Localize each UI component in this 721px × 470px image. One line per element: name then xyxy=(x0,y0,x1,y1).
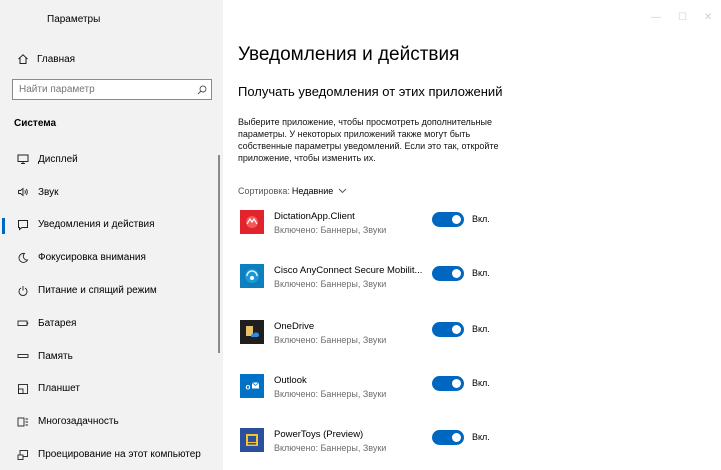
notification-toggle[interactable] xyxy=(432,376,464,391)
description-text: Выберите приложение, чтобы просмотреть д… xyxy=(238,117,499,163)
toggle-knob xyxy=(452,379,461,388)
section-subtitle: Получать уведомления от этих приложений xyxy=(238,84,503,99)
sidebar-item-sound[interactable]: Звук xyxy=(0,176,216,209)
sidebar-item-label: Звук xyxy=(38,186,59,198)
app-row-dictation[interactable]: DictationApp.Client Включено: Баннеры, З… xyxy=(240,208,700,248)
app-row-onedrive[interactable]: OneDrive Включено: Баннеры, Звуки Вкл. xyxy=(240,318,700,358)
chevron-down-icon xyxy=(338,186,348,196)
app-status: Включено: Баннеры, Звуки xyxy=(274,443,387,453)
notification-icon xyxy=(16,218,30,232)
app-status: Включено: Баннеры, Звуки xyxy=(274,335,387,345)
sidebar-item-label: Планшет xyxy=(38,383,80,395)
sidebar-scrollbar[interactable] xyxy=(218,155,220,353)
toggle-label: Вкл. xyxy=(472,432,490,442)
sidebar-item-focus-assist[interactable]: Фокусировка внимания xyxy=(0,241,216,274)
home-link[interactable]: Главная xyxy=(15,50,75,68)
notification-toggle[interactable] xyxy=(432,212,464,227)
app-name: Outlook xyxy=(274,375,307,386)
window-title: Параметры xyxy=(47,14,101,25)
app-status: Включено: Баннеры, Звуки xyxy=(274,225,387,235)
app-row-cisco[interactable]: Cisco AnyConnect Secure Mobilit... Включ… xyxy=(240,262,700,302)
multitasking-icon xyxy=(16,415,30,429)
svg-text:o: o xyxy=(246,383,251,392)
sidebar-item-notifications[interactable]: Уведомления и действия xyxy=(0,209,216,242)
sidebar-item-label: Фокусировка внимания xyxy=(38,252,146,264)
home-label: Главная xyxy=(37,53,76,65)
app-row-powertoys[interactable]: PowerToys (Preview) Включено: Баннеры, З… xyxy=(240,426,700,466)
toggle-knob xyxy=(452,215,461,224)
outlook-icon: o xyxy=(240,374,264,398)
battery-icon xyxy=(16,316,30,330)
sort-value: Недавние xyxy=(291,186,334,196)
sidebar-nav: Дисплей Звук Уведомления и действия Фоку… xyxy=(0,143,216,470)
sort-label: Сортировка: xyxy=(238,186,290,196)
dictation-app-icon xyxy=(240,210,264,234)
sidebar-item-storage[interactable]: Память xyxy=(0,340,216,373)
notification-toggle[interactable] xyxy=(432,322,464,337)
toggle-label: Вкл. xyxy=(472,324,490,334)
tablet-icon xyxy=(16,382,30,396)
sidebar-item-power-sleep[interactable]: Питание и спящий режим xyxy=(0,274,216,307)
sidebar-item-display[interactable]: Дисплей xyxy=(0,143,216,176)
app-status: Включено: Баннеры, Звуки xyxy=(274,279,387,289)
search-box[interactable] xyxy=(12,79,212,100)
speaker-icon xyxy=(16,185,30,199)
projecting-icon xyxy=(16,448,30,462)
toggle-knob xyxy=(452,433,461,442)
cisco-anyconnect-icon xyxy=(240,264,264,288)
home-icon xyxy=(15,51,31,67)
sidebar-item-battery[interactable]: Батарея xyxy=(0,307,216,340)
sidebar-item-label: Память xyxy=(38,350,73,362)
sidebar-item-projecting[interactable]: Проецирование на этот компьютер xyxy=(0,438,216,470)
app-status: Включено: Баннеры, Звуки xyxy=(274,389,387,399)
app-row-outlook[interactable]: o Outlook Включено: Баннеры, Звуки Вкл. xyxy=(240,372,700,412)
toggle-label: Вкл. xyxy=(472,268,490,278)
app-name: PowerToys (Preview) xyxy=(274,429,364,440)
app-name: OneDrive xyxy=(274,321,315,332)
sidebar-item-label: Дисплей xyxy=(38,153,78,165)
toggle-label: Вкл. xyxy=(472,214,490,224)
display-icon xyxy=(16,152,30,166)
notification-toggle[interactable] xyxy=(432,266,464,281)
moon-icon xyxy=(16,251,30,265)
sort-dropdown[interactable]: Сортировка: Недавние xyxy=(238,186,348,196)
toggle-label: Вкл. xyxy=(472,378,490,388)
power-icon xyxy=(16,284,30,298)
active-indicator xyxy=(2,217,5,234)
sidebar-item-multitasking[interactable]: Многозадачность xyxy=(0,405,216,438)
app-name: Cisco AnyConnect Secure Mobilit... xyxy=(274,265,423,276)
sidebar: Параметры Главная Система Дисплей Звук xyxy=(0,0,223,470)
sidebar-item-label: Проецирование на этот компьютер xyxy=(38,449,201,461)
sidebar-item-label: Уведомления и действия xyxy=(38,219,155,231)
sidebar-item-label: Батарея xyxy=(38,317,77,329)
notification-toggle[interactable] xyxy=(432,430,464,445)
search-icon[interactable] xyxy=(193,81,211,99)
search-input[interactable] xyxy=(19,84,193,95)
onedrive-icon xyxy=(240,320,264,344)
toggle-knob xyxy=(452,269,461,278)
sidebar-item-label: Многозадачность xyxy=(38,416,119,428)
sidebar-item-label: Питание и спящий режим xyxy=(38,285,157,297)
storage-icon xyxy=(16,349,30,363)
toggle-knob xyxy=(452,325,461,334)
app-name: DictationApp.Client xyxy=(274,211,355,222)
page-title: Уведомления и действия xyxy=(238,44,460,65)
sidebar-item-tablet[interactable]: Планшет xyxy=(0,373,216,406)
powertoys-icon xyxy=(240,428,264,452)
main-content: Уведомления и действия Получать уведомле… xyxy=(223,0,721,470)
section-title: Система xyxy=(14,118,57,129)
